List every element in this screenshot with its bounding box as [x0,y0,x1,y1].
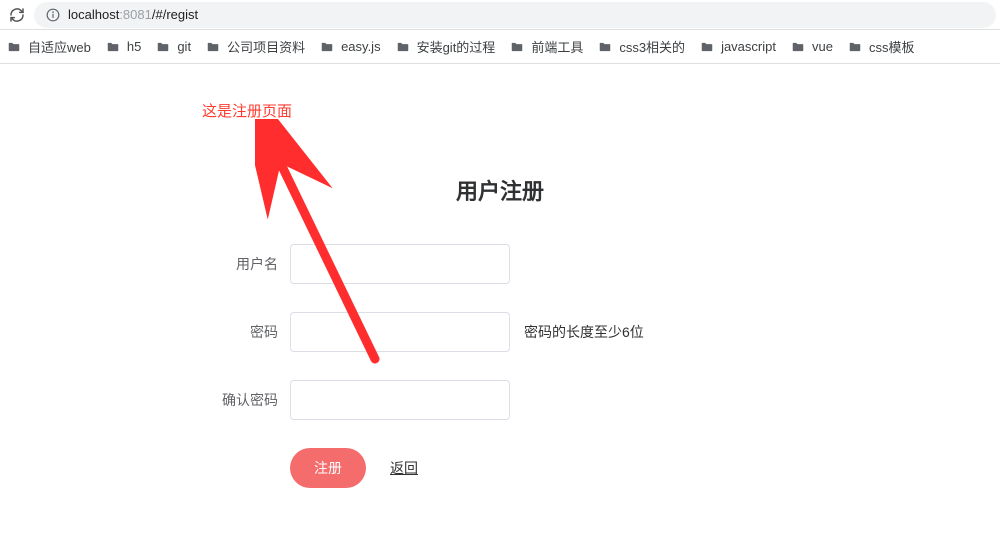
bookmark-label: 公司项目资料 [227,37,305,56]
url-path: /#/regist [152,7,198,22]
bookmark-item[interactable]: javascript [699,39,776,54]
bookmark-label: css模板 [869,37,915,56]
form-item-password: 密码 密码的长度至少6位 [180,312,820,352]
bookmark-label: 自适应web [28,37,91,56]
bookmark-item[interactable]: h5 [105,39,141,54]
bookmark-item[interactable]: easy.js [319,39,381,54]
form-item-confirm-password: 确认密码 [180,380,820,420]
folder-icon [847,40,863,54]
form-item-username: 用户名 [180,244,820,284]
password-label: 密码 [180,322,290,342]
folder-icon [699,40,715,54]
bookmark-item[interactable]: 前端工具 [509,37,583,56]
page-content: 这是注册页面 用户注册 用户名 密码 密码的长度至少6位 确认密码 注册 返回 [0,64,1000,488]
form-actions: 注册 返回 [290,448,820,488]
annotation-text: 这是注册页面 [202,100,292,121]
bookmark-item[interactable]: 公司项目资料 [205,37,305,56]
bookmark-item[interactable]: 自适应web [6,37,91,56]
password-hint: 密码的长度至少6位 [524,322,644,342]
address-bar[interactable]: localhost:8081/#/regist [34,2,996,28]
folder-icon [395,40,411,54]
bookmark-item[interactable]: css模板 [847,37,915,56]
bookmark-item[interactable]: git [155,39,191,54]
bookmark-label: h5 [127,39,141,54]
url-port: :8081 [119,7,152,22]
confirm-password-label: 确认密码 [180,390,290,410]
folder-icon [155,40,171,54]
form-title: 用户注册 [180,174,820,206]
bookmarks-bar: 自适应web h5 git 公司项目资料 easy.js 安装git的过程 前端… [0,30,1000,64]
confirm-password-input[interactable] [290,380,510,420]
folder-icon [105,40,121,54]
url-text: localhost:8081/#/regist [68,7,198,22]
browser-toolbar: localhost:8081/#/regist [0,0,1000,30]
password-input[interactable] [290,312,510,352]
folder-icon [6,40,22,54]
bookmark-label: vue [812,39,833,54]
bookmark-item[interactable]: 安装git的过程 [395,37,496,56]
folder-icon [509,40,525,54]
bookmark-item[interactable]: vue [790,39,833,54]
reload-button[interactable] [4,2,30,28]
bookmark-label: 安装git的过程 [417,37,496,56]
bookmark-label: git [177,39,191,54]
register-form: 用户注册 用户名 密码 密码的长度至少6位 确认密码 注册 返回 [180,84,820,488]
bookmark-label: css3相关的 [619,37,685,56]
back-link[interactable]: 返回 [390,458,418,478]
bookmark-label: javascript [721,39,776,54]
reload-icon [9,7,25,23]
info-icon [46,8,60,22]
folder-icon [597,40,613,54]
bookmark-label: 前端工具 [531,37,583,56]
username-label: 用户名 [180,254,290,274]
bookmark-label: easy.js [341,39,381,54]
username-input[interactable] [290,244,510,284]
bookmark-item[interactable]: css3相关的 [597,37,685,56]
url-host: localhost [68,7,119,22]
folder-icon [319,40,335,54]
register-button[interactable]: 注册 [290,448,366,488]
folder-icon [790,40,806,54]
folder-icon [205,40,221,54]
